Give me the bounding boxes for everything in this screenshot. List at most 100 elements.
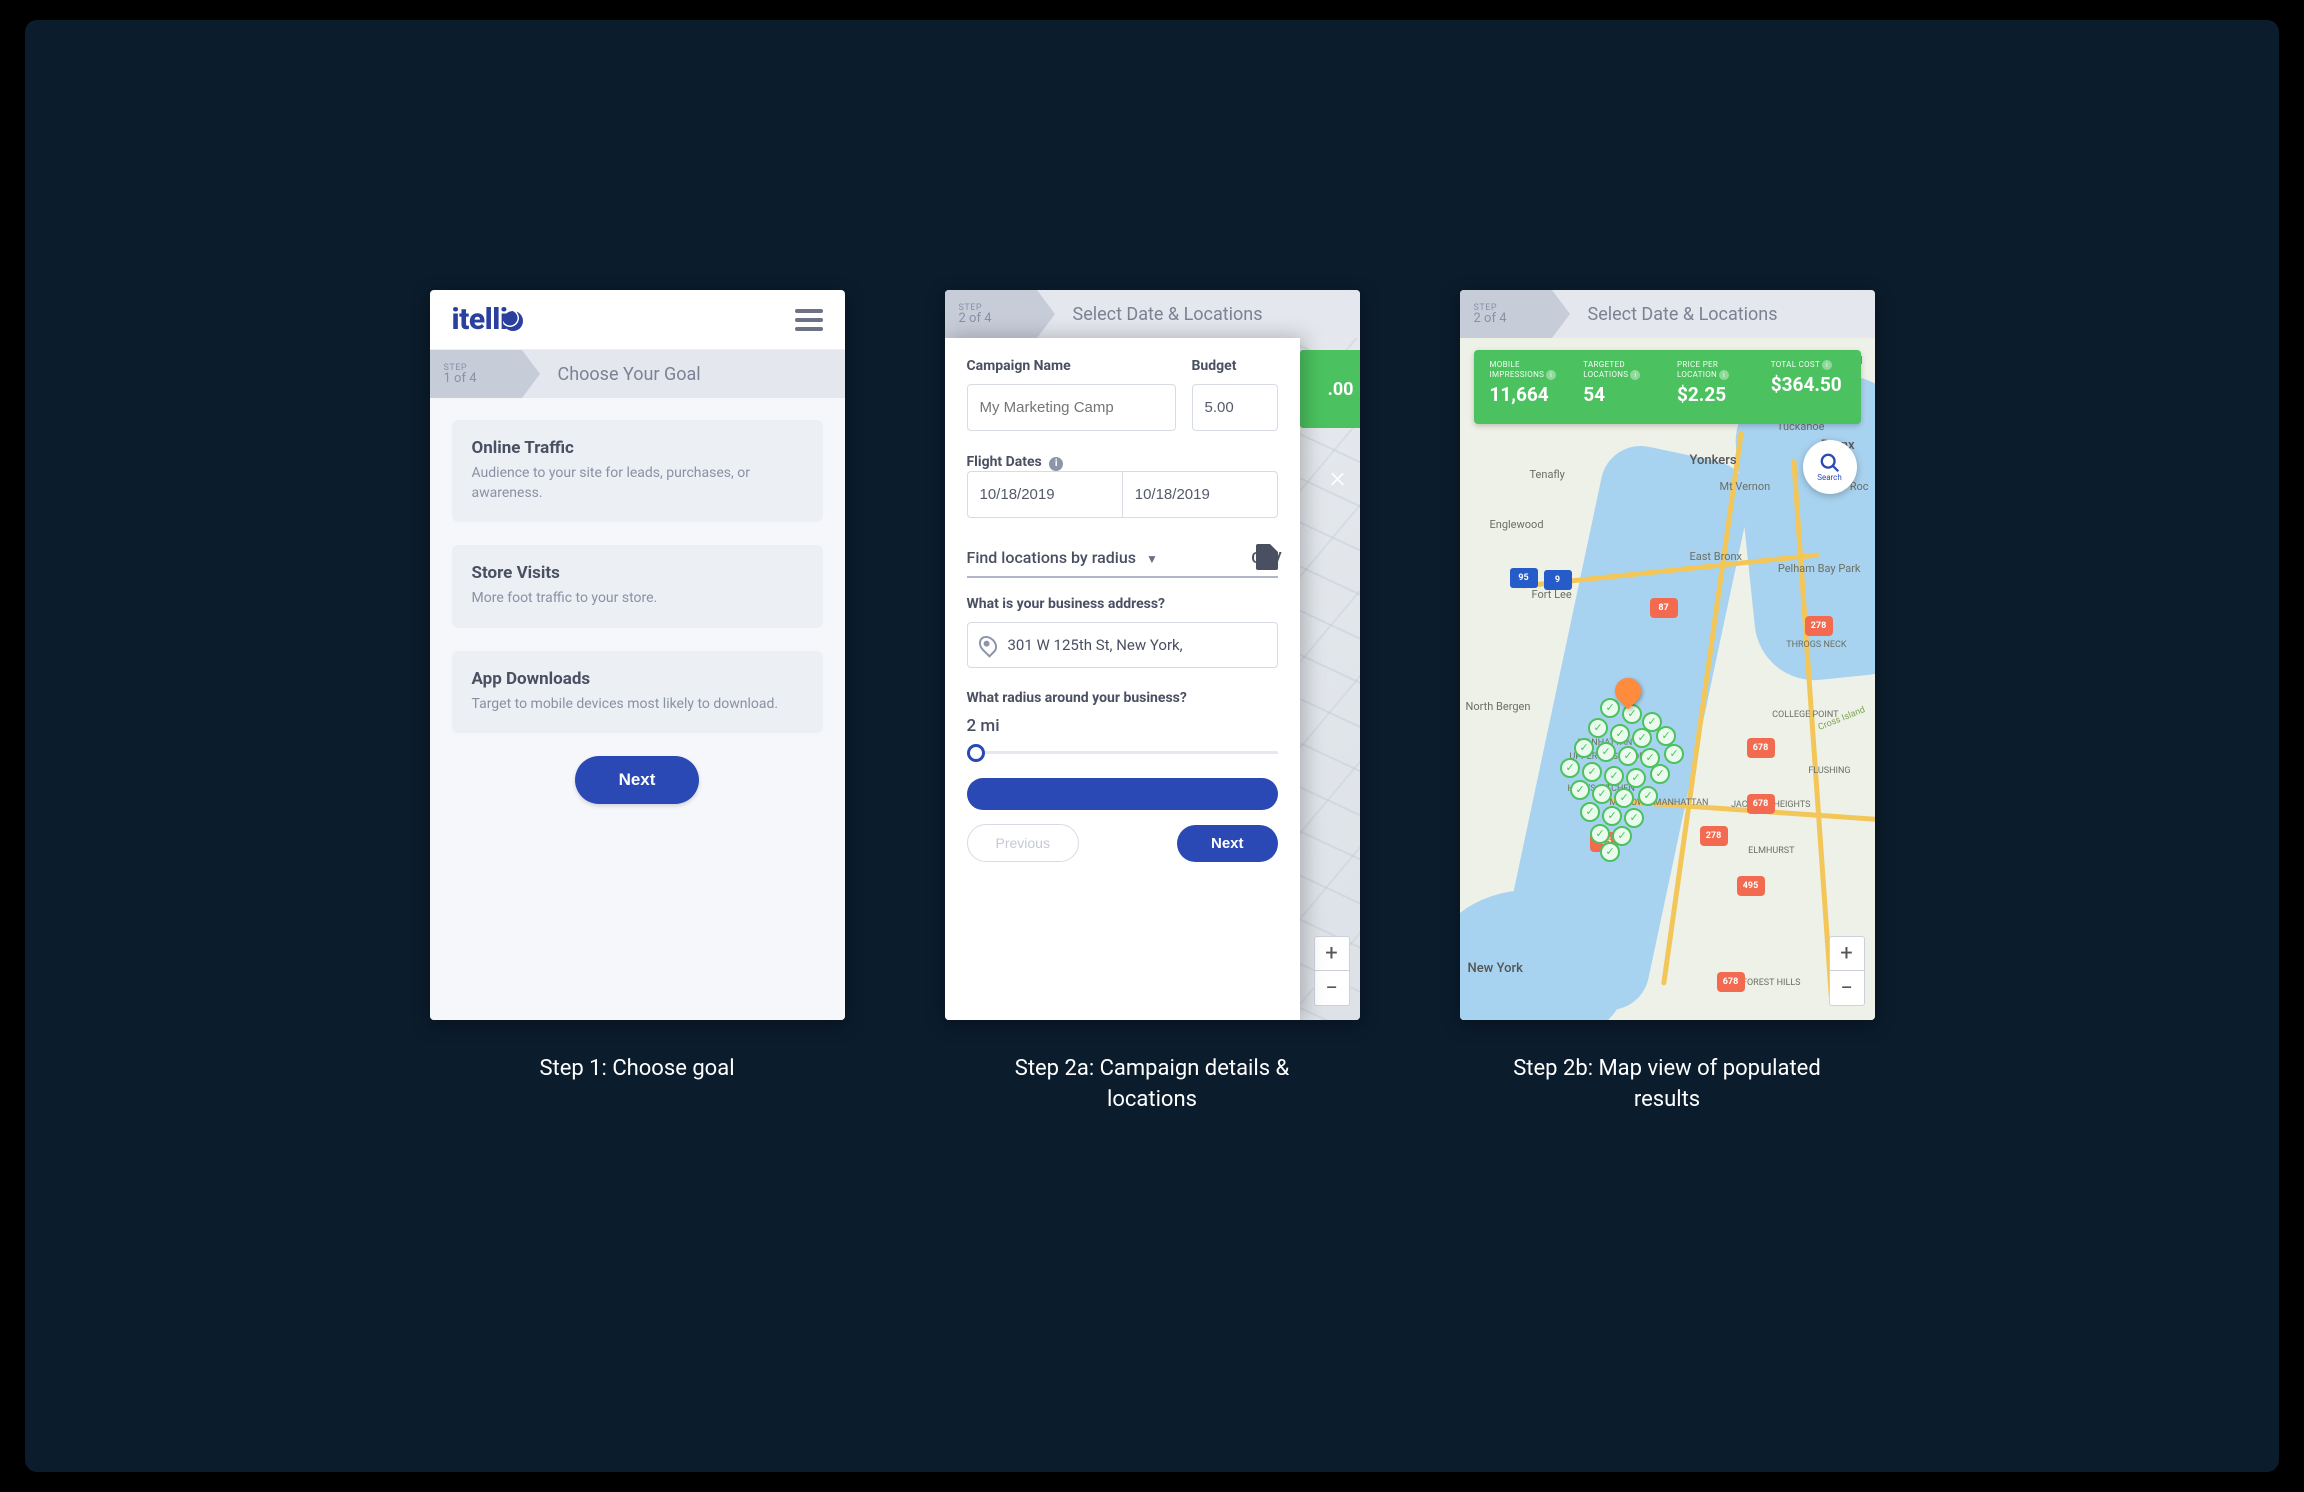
goal-store-visits[interactable]: Store Visits More foot traffic to your s… bbox=[452, 545, 823, 627]
goal-desc: Target to mobile devices most likely to … bbox=[472, 695, 803, 715]
goals-list: Online Traffic Audience to your site for… bbox=[430, 398, 845, 1020]
result-marker[interactable] bbox=[1600, 698, 1620, 718]
search-button[interactable]: Search bbox=[1803, 440, 1857, 494]
result-marker[interactable] bbox=[1618, 746, 1638, 766]
result-marker[interactable] bbox=[1592, 784, 1612, 804]
route-shield-678: 678 bbox=[1717, 972, 1745, 992]
find-locations-dropdown[interactable]: Find locations by radius ▼ CSV bbox=[967, 544, 1278, 578]
label-text: Flight Dates bbox=[967, 454, 1042, 470]
result-marker[interactable] bbox=[1626, 768, 1646, 788]
result-marker[interactable] bbox=[1590, 824, 1610, 844]
result-marker[interactable] bbox=[1588, 718, 1608, 738]
info-icon[interactable]: i bbox=[1822, 360, 1832, 370]
info-icon[interactable]: i bbox=[1049, 457, 1063, 471]
campaign-name-field: Campaign Name bbox=[967, 358, 1176, 431]
step-indicator: STEP 1 of 4 bbox=[430, 350, 522, 398]
next-button[interactable]: Next bbox=[575, 756, 700, 804]
result-marker[interactable] bbox=[1574, 738, 1594, 758]
date-end-input[interactable] bbox=[1122, 471, 1278, 518]
goal-online-traffic[interactable]: Online Traffic Audience to your site for… bbox=[452, 420, 823, 521]
caption-step2b: Step 2b: Map view of populated results bbox=[1487, 1054, 1847, 1116]
step-progress: 2 of 4 bbox=[959, 311, 1037, 326]
route-shield-95: 95 bbox=[1510, 568, 1538, 588]
map-label-englewood: Englewood bbox=[1490, 518, 1544, 531]
primary-action-bar[interactable] bbox=[967, 778, 1278, 810]
date-start-input[interactable] bbox=[967, 471, 1122, 518]
radius-slider[interactable] bbox=[967, 742, 1278, 762]
step-title: Choose Your Goal bbox=[558, 364, 701, 385]
map-label-foresthills: FOREST HILLS bbox=[1742, 978, 1801, 988]
result-marker[interactable] bbox=[1602, 806, 1622, 826]
zoom-in-button[interactable]: + bbox=[1315, 937, 1349, 971]
goal-app-downloads[interactable]: App Downloads Target to mobile devices m… bbox=[452, 651, 823, 733]
map-label-newyork: New York bbox=[1468, 961, 1523, 976]
zoom-out-button[interactable]: − bbox=[1830, 971, 1864, 1005]
info-icon[interactable]: i bbox=[1719, 370, 1729, 380]
info-icon[interactable]: i bbox=[1630, 370, 1640, 380]
dropdown-label: Find locations by radius bbox=[967, 548, 1136, 567]
route-shield-678: 678 bbox=[1747, 794, 1775, 814]
result-marker[interactable] bbox=[1624, 808, 1644, 828]
search-label: Search bbox=[1817, 473, 1842, 482]
step-indicator: STEP 2 of 4 bbox=[1460, 290, 1552, 338]
results-cluster bbox=[1560, 698, 1710, 868]
map-label-throgsneck: THROGS NECK bbox=[1786, 640, 1846, 650]
column-step1: itelli STEP 1 of 4 Choose Your Goal Onli… bbox=[430, 290, 845, 1085]
result-marker[interactable] bbox=[1614, 788, 1634, 808]
close-icon[interactable]: × bbox=[1330, 460, 1346, 495]
goal-title: App Downloads bbox=[472, 669, 803, 689]
result-marker[interactable] bbox=[1582, 762, 1602, 782]
stat-label: TARGETED LOCATIONS bbox=[1583, 360, 1628, 379]
column-step2b: STEP 2 of 4 Select Date & Locations Yonk… bbox=[1460, 290, 1875, 1116]
map-label-eastbronx: East Bronx bbox=[1690, 550, 1743, 563]
result-marker[interactable] bbox=[1560, 758, 1580, 778]
campaign-name-input[interactable] bbox=[967, 384, 1176, 431]
phone-step1: itelli STEP 1 of 4 Choose Your Goal Onli… bbox=[430, 290, 845, 1020]
address-input[interactable]: 301 W 125th St, New York, bbox=[967, 622, 1278, 668]
result-marker[interactable] bbox=[1604, 766, 1624, 786]
map-label-pelham: Pelham Bay Park bbox=[1778, 562, 1861, 575]
budget-field: Budget bbox=[1192, 358, 1278, 431]
caption-step2a: Step 2a: Campaign details & locations bbox=[972, 1054, 1332, 1116]
pin-icon bbox=[975, 632, 1000, 657]
result-marker[interactable] bbox=[1650, 764, 1670, 784]
result-marker[interactable] bbox=[1656, 726, 1676, 746]
result-marker[interactable] bbox=[1570, 780, 1590, 800]
result-marker[interactable] bbox=[1638, 786, 1658, 806]
stat-total: TOTAL COSTi $364.50 bbox=[1761, 360, 1855, 414]
route-shield-678: 678 bbox=[1747, 738, 1775, 758]
result-marker[interactable] bbox=[1600, 842, 1620, 862]
step-bar: STEP 2 of 4 Select Date & Locations bbox=[945, 290, 1360, 338]
stat-value: $364.50 bbox=[1771, 373, 1845, 396]
previous-button[interactable]: Previous bbox=[967, 824, 1079, 862]
result-marker[interactable] bbox=[1664, 744, 1684, 764]
zoom-in-button[interactable]: + bbox=[1830, 937, 1864, 971]
result-marker[interactable] bbox=[1580, 802, 1600, 822]
result-marker[interactable] bbox=[1596, 742, 1616, 762]
result-marker[interactable] bbox=[1610, 724, 1630, 744]
next-button[interactable]: Next bbox=[1177, 825, 1278, 862]
stat-label: MOBILE IMPRESSIONS bbox=[1490, 360, 1545, 379]
search-icon bbox=[1819, 452, 1841, 474]
form-footer: Previous Next bbox=[967, 824, 1278, 874]
slider-thumb[interactable] bbox=[967, 744, 985, 762]
step-bar: STEP 1 of 4 Choose Your Goal bbox=[430, 350, 845, 398]
map-view[interactable]: Yonkers Bronx Mt Vernon New Roc Scarsdal… bbox=[1460, 338, 1875, 1020]
info-icon[interactable]: i bbox=[1546, 370, 1556, 380]
radius-value: 2 mi bbox=[967, 716, 1278, 736]
result-marker[interactable] bbox=[1632, 728, 1652, 748]
result-marker[interactable] bbox=[1622, 704, 1642, 724]
goal-desc: Audience to your site for leads, purchas… bbox=[472, 464, 803, 503]
stats-peek: .00 bbox=[1300, 350, 1360, 428]
goal-title: Online Traffic bbox=[472, 438, 803, 458]
budget-input[interactable] bbox=[1192, 384, 1278, 431]
radius-question: What radius around your business? bbox=[967, 690, 1278, 706]
phone-step2b: STEP 2 of 4 Select Date & Locations Yonk… bbox=[1460, 290, 1875, 1020]
menu-icon[interactable] bbox=[795, 309, 823, 331]
zoom-out-button[interactable]: − bbox=[1315, 971, 1349, 1005]
app-header: itelli bbox=[430, 290, 845, 350]
column-step2a: STEP 2 of 4 Select Date & Locations .00 … bbox=[945, 290, 1360, 1116]
step-progress: 2 of 4 bbox=[1474, 311, 1552, 326]
csv-upload-icon[interactable]: CSV bbox=[1256, 544, 1278, 570]
route-shield-9: 9 bbox=[1544, 570, 1572, 590]
